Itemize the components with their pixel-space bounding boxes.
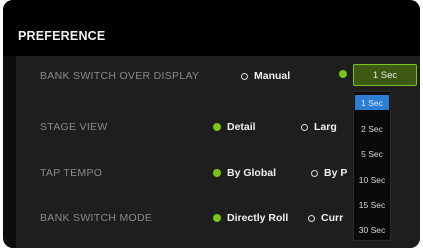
large-option[interactable]: Larg [301,121,337,133]
by-global-option[interactable]: By Global [213,167,276,179]
timer-radio[interactable] [339,70,347,78]
bank-switch-over-display-label: BANK SWITCH OVER DISPLAY [40,70,200,82]
dropdown-option-10-sec[interactable]: 10 Sec [355,172,389,187]
current-label: Curr [321,212,344,224]
by-global-label: By Global [227,167,277,179]
detail-option[interactable]: Detail [213,121,256,133]
stage-view-label: STAGE VIEW [40,121,108,133]
manual-radio[interactable] [241,72,248,80]
by-global-radio[interactable] [213,169,221,177]
directly-roll-option[interactable]: Directly Roll [213,212,288,224]
timer-select[interactable]: 1 Sec [353,64,417,86]
panel-header: PREFERENCE [3,0,420,56]
dropdown-option-2-sec[interactable]: 2 Sec [355,121,389,136]
current-radio[interactable] [308,214,315,222]
tap-tempo-label: TAP TEMPO [40,167,103,179]
directly-roll-label: Directly Roll [227,212,289,224]
by-preset-label: By P [324,167,348,179]
directly-roll-radio[interactable] [213,214,221,222]
dropdown-option-15-sec[interactable]: 15 Sec [355,197,389,212]
large-label: Larg [314,121,337,133]
dropdown-option-30-sec[interactable]: 30 Sec [355,222,389,237]
by-preset-radio[interactable] [311,169,318,177]
large-radio[interactable] [301,123,308,131]
current-option[interactable]: Curr [308,212,343,224]
detail-radio[interactable] [213,123,221,131]
timer-option[interactable] [339,70,353,78]
bank-switch-mode-label: BANK SWITCH MODE [40,212,153,224]
manual-label: Manual [254,70,291,82]
dropdown-option-5-sec[interactable]: 5 Sec [355,146,389,161]
panel-title: PREFERENCE [18,29,106,43]
by-preset-option[interactable]: By P [311,167,347,179]
timer-dropdown: 1 Sec 2 Sec 5 Sec 10 Sec 15 Sec 30 Sec [353,91,391,241]
dropdown-option-1-sec[interactable]: 1 Sec [355,95,389,110]
manual-option[interactable]: Manual [241,70,290,82]
detail-label: Detail [227,121,256,133]
